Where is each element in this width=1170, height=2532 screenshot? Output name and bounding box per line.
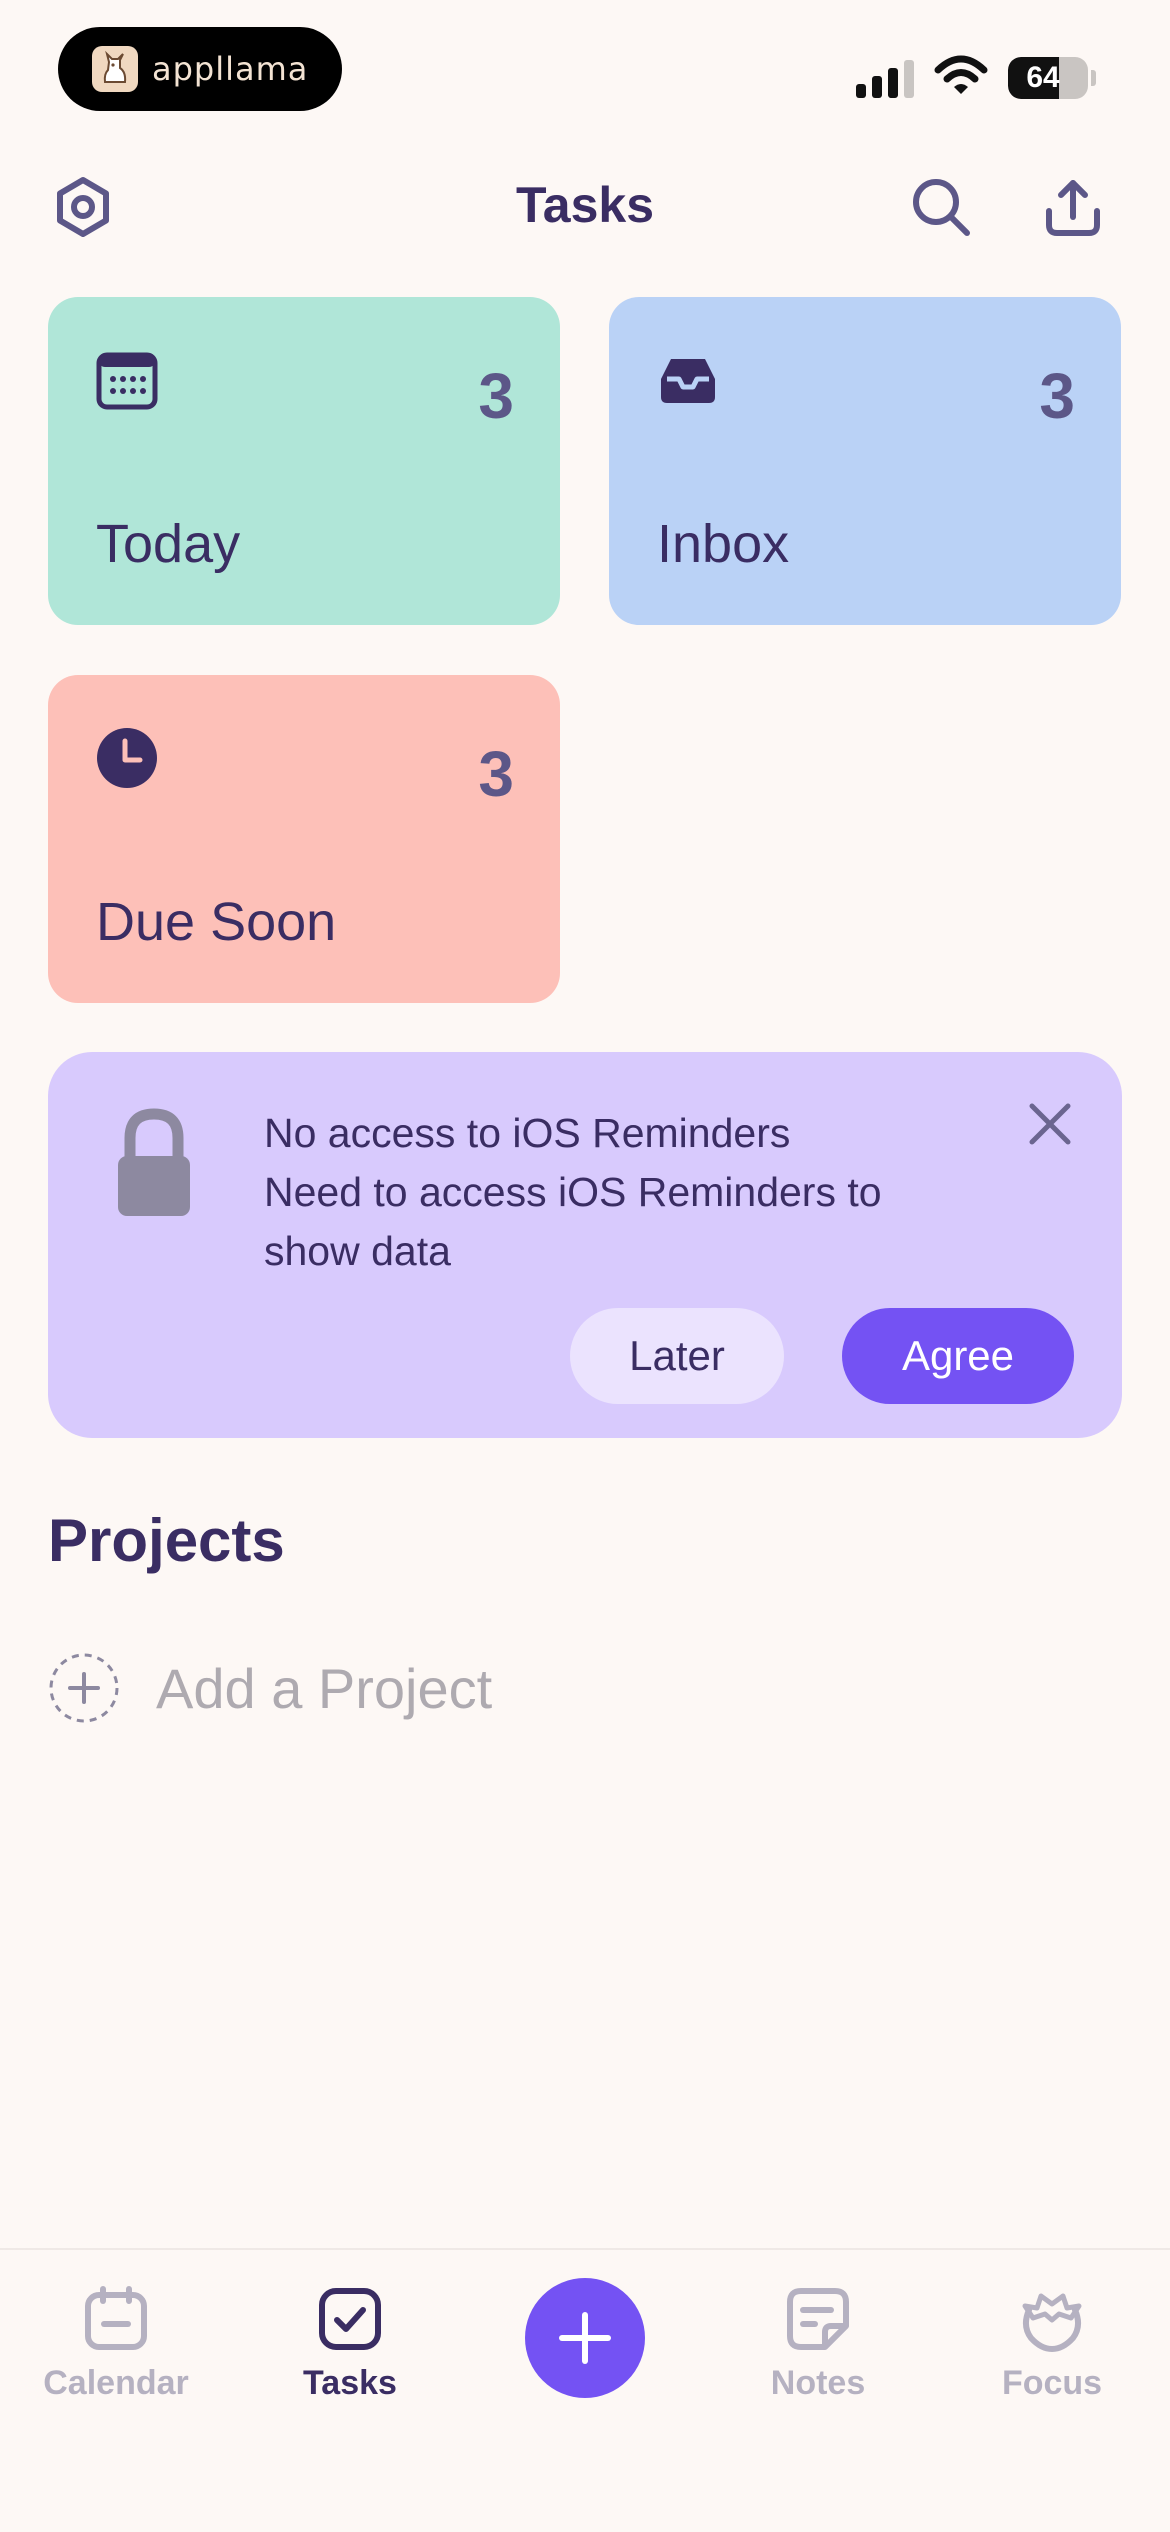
due-soon-card[interactable]: 3 Due Soon [48,675,560,1003]
wifi-icon [934,54,988,102]
search-button[interactable] [906,172,976,242]
cellular-signal-icon [856,60,914,98]
app-badge: appllama [58,27,342,111]
projects-heading: Projects [48,1507,285,1574]
today-count: 3 [478,360,514,432]
reminders-permission-banner: No access to iOS Reminders Need to acces… [48,1052,1122,1438]
agree-button[interactable]: Agree [842,1308,1074,1404]
due-soon-count: 3 [478,738,514,810]
add-project-label: Add a Project [156,1656,493,1720]
lock-icon [118,1108,190,1216]
calendar-icon [85,2286,147,2350]
tasks-check-icon [319,2288,381,2350]
banner-close-button[interactable] [1020,1094,1080,1154]
share-icon [1046,180,1100,236]
banner-message: Need to access iOS Reminders to show dat… [264,1169,882,1274]
clock-icon [97,728,157,788]
due-soon-label: Due Soon [96,892,337,952]
tab-focus[interactable]: Focus [952,2286,1152,2403]
plus-icon [559,2312,611,2364]
tab-tasks-label: Tasks [303,2364,397,2402]
today-card[interactable]: 3 Today [48,297,560,625]
add-circle-dashed-icon [49,1653,119,1723]
tab-notes-label: Notes [770,2364,866,2402]
app-name: appllama [152,50,309,88]
llama-logo-icon [92,46,138,92]
status-bar: appllama 64 [0,0,1170,130]
tab-notes[interactable]: Notes [718,2286,918,2403]
notes-icon [787,2288,849,2350]
battery-tip [1091,70,1096,86]
later-button[interactable]: Later [570,1308,784,1404]
inbox-tray-icon [661,359,715,403]
battery-percent: 64 [1026,61,1060,94]
tab-tasks[interactable]: Tasks [250,2286,450,2403]
inbox-card[interactable]: 3 Inbox [609,297,1121,625]
search-icon [913,179,970,236]
tab-focus-label: Focus [1001,2364,1103,2402]
add-button[interactable] [525,2278,645,2398]
calendar-grid-icon [96,352,158,410]
share-button[interactable] [1038,172,1108,242]
banner-title: No access to iOS Reminders [264,1110,791,1156]
inbox-count: 3 [1039,360,1075,432]
tomato-icon [1022,2293,1082,2352]
inbox-label: Inbox [657,514,790,574]
close-icon [1029,1103,1071,1145]
add-project-button[interactable]: Add a Project [48,1652,492,1724]
tab-calendar[interactable]: Calendar [16,2286,216,2403]
battery-icon: 64 [1008,57,1088,99]
tab-bar: Calendar Tasks Notes Focus [0,2248,1170,2532]
page-title: Tasks [515,177,655,233]
today-label: Today [96,514,241,574]
tab-calendar-label: Calendar [43,2364,189,2402]
